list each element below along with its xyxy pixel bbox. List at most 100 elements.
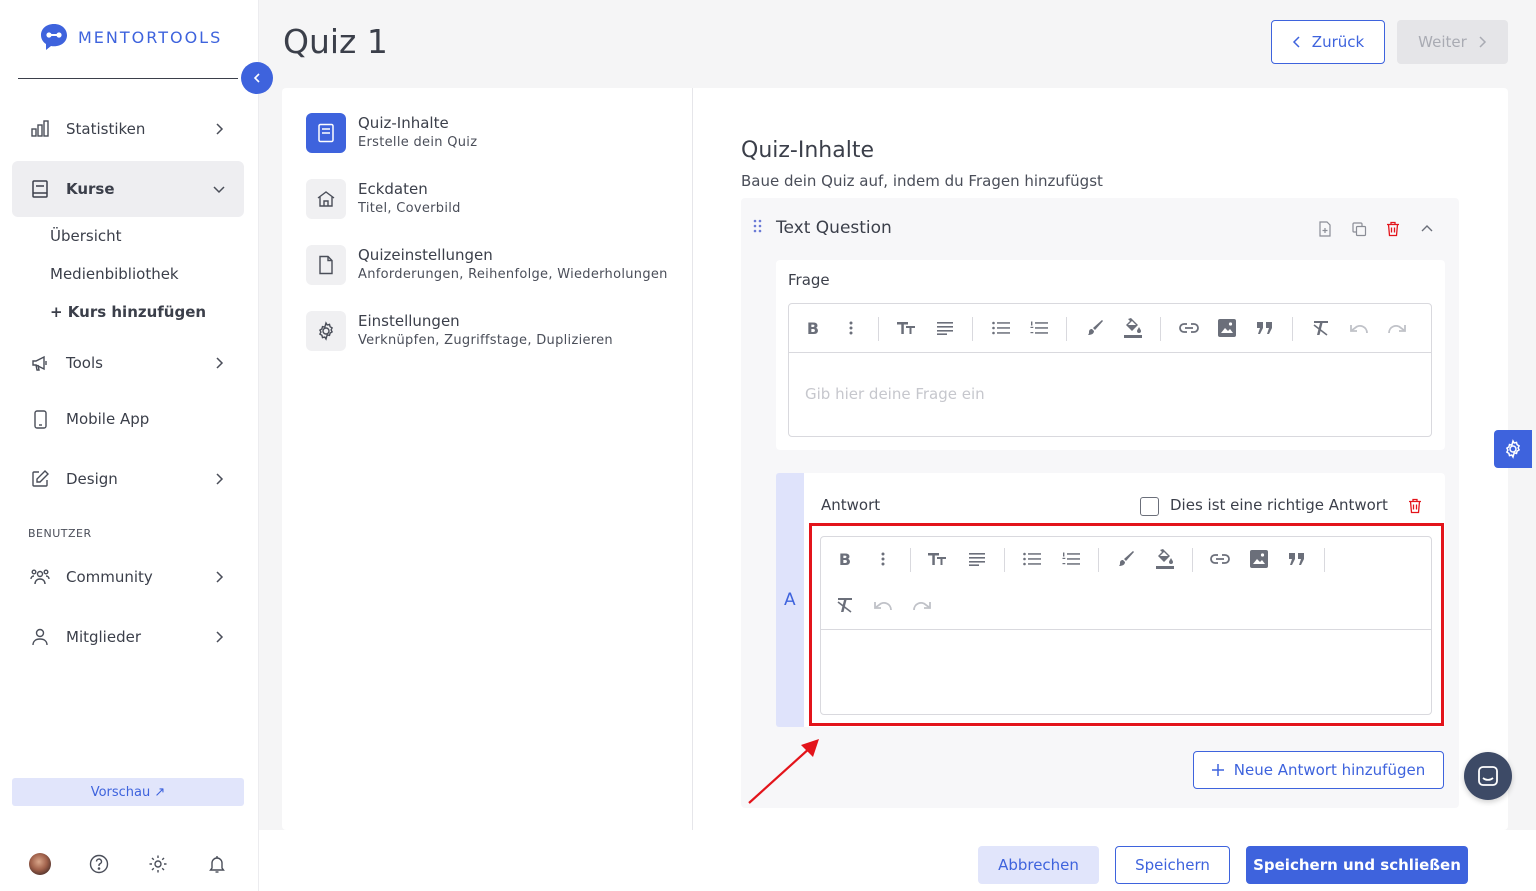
chevron-left-icon [251,72,263,84]
megaphone-icon [30,353,50,373]
divider [18,78,238,79]
avatar[interactable] [29,853,51,875]
file-add-icon[interactable] [1317,221,1333,237]
page-title: Quiz 1 [283,22,388,61]
divider [1160,317,1161,341]
copy-icon[interactable] [1351,221,1367,237]
font-size-icon[interactable] [896,317,918,339]
chat-launcher-button[interactable] [1464,752,1512,800]
step-eckdaten[interactable]: Eckdaten Titel, Coverbild [306,179,461,219]
content-title: Quiz-Inhalte [741,138,874,163]
chevron-down-icon [212,182,226,196]
delete-answer-trash-icon[interactable] [1408,498,1422,514]
section-label-benutzer: BENUTZER [28,527,92,540]
plus-icon [1211,764,1224,776]
sidebar-item-statistiken[interactable]: Statistiken [12,101,244,157]
trash-icon[interactable] [1385,221,1401,237]
editor-toolbar: B [789,304,1431,353]
chevron-right-icon [1477,36,1487,48]
question-title: Text Question [776,218,892,238]
next-button[interactable]: Weiter [1397,20,1508,64]
link-icon[interactable] [1178,317,1200,339]
preview-button[interactable]: Vorschau ↗ [12,778,244,806]
cancel-button[interactable]: Abbrechen [978,846,1099,884]
align-icon[interactable] [934,317,956,339]
sidebar-subitem-add-course[interactable]: + Kurs hinzufügen [50,303,206,321]
answer-letter: A [784,590,796,610]
step-quizeinstellungen[interactable]: Quizeinstellungen Anforderungen, Reihenf… [306,245,668,285]
logo-icon [38,22,70,52]
sidebar-item-mitglieder[interactable]: Mitglieder [12,609,244,665]
settings-tab-button[interactable] [1494,430,1532,468]
phone-icon [30,409,50,429]
sidebar-item-mobile-app[interactable]: Mobile App [12,391,244,447]
image-icon[interactable] [1216,317,1238,339]
step-quiz-inhalte[interactable]: Quiz-Inhalte Erstelle dein Quiz [306,113,477,153]
step-einstellungen[interactable]: Einstellungen Verknüpfen, Zugriffstage, … [306,311,613,351]
collapse-sidebar-button[interactable] [241,62,273,94]
divider [878,317,879,341]
annotation-arrow [745,735,825,807]
chat-icon [1477,765,1499,787]
step-title: Quiz-Inhalte [358,114,449,132]
divider [692,88,693,830]
sidebar-item-label: Mitglieder [66,628,141,646]
answer-label: Antwort [821,496,881,514]
file-icon [306,245,346,285]
sidebar-item-label: Design [66,470,118,488]
bold-icon[interactable]: B [802,317,824,339]
chevron-left-icon [1292,36,1302,48]
redo-icon[interactable] [1386,317,1408,339]
clear-format-icon[interactable] [1310,317,1332,339]
sidebar-item-label: Kurse [66,180,115,198]
question-editor[interactable]: B Gib hier deine Frage ein [788,303,1432,437]
sidebar: MENTORTOOLS Statistiken Kurse Übersicht … [0,0,259,891]
chevron-up-icon[interactable] [1419,221,1435,237]
step-title: Eckdaten [358,180,428,198]
chevron-right-icon [212,630,226,644]
sidebar-item-community[interactable]: Community [12,549,244,605]
add-answer-label: Neue Antwort hinzufügen [1233,761,1426,779]
bell-icon[interactable] [205,852,229,876]
sidebar-item-kurse[interactable]: Kurse [12,161,244,217]
highlight-annotation-box [809,523,1444,726]
sidebar-item-label: Mobile App [66,410,150,428]
step-title: Quizeinstellungen [358,246,493,264]
logo-text: MENTORTOOLS [78,27,223,47]
logo[interactable]: MENTORTOOLS [38,22,222,52]
chevron-right-icon [212,356,226,370]
undo-icon[interactable] [1348,317,1370,339]
fill-color-icon[interactable] [1122,317,1144,339]
sidebar-item-tools[interactable]: Tools [12,335,244,391]
home-icon [306,179,346,219]
back-button-label: Zurück [1311,33,1365,51]
document-icon [306,113,346,153]
correct-answer-checkbox[interactable] [1140,497,1159,516]
drag-handle-icon[interactable] [753,219,763,233]
divider [1066,317,1067,341]
gear-icon[interactable] [146,852,170,876]
sidebar-item-design[interactable]: Design [12,451,244,507]
sidebar-item-label: Statistiken [66,120,146,138]
step-subtitle: Erstelle dein Quiz [358,135,478,150]
quote-icon[interactable] [1254,317,1276,339]
more-vertical-icon[interactable] [840,317,862,339]
divider [972,317,973,341]
sidebar-subitem-medienbibliothek[interactable]: Medienbibliothek [50,265,179,283]
gear-icon [306,311,346,351]
help-icon[interactable] [87,852,111,876]
back-button[interactable]: Zurück [1271,20,1385,64]
save-button[interactable]: Speichern [1115,846,1230,884]
chevron-right-icon [212,472,226,486]
content-subtitle: Baue dein Quiz auf, indem du Fragen hinz… [741,172,1103,190]
user-icon [30,627,50,647]
correct-answer-label[interactable]: Dies ist eine richtige Antwort [1170,496,1388,514]
frage-label: Frage [788,271,830,289]
book-icon [30,179,50,199]
bullet-list-icon[interactable] [990,317,1012,339]
sidebar-subitem-uebersicht[interactable]: Übersicht [50,227,122,245]
add-answer-button[interactable]: Neue Antwort hinzufügen [1193,751,1444,789]
numbered-list-icon[interactable] [1028,317,1050,339]
save-and-close-button[interactable]: Speichern und schließen [1246,846,1468,884]
brush-icon[interactable] [1084,317,1106,339]
